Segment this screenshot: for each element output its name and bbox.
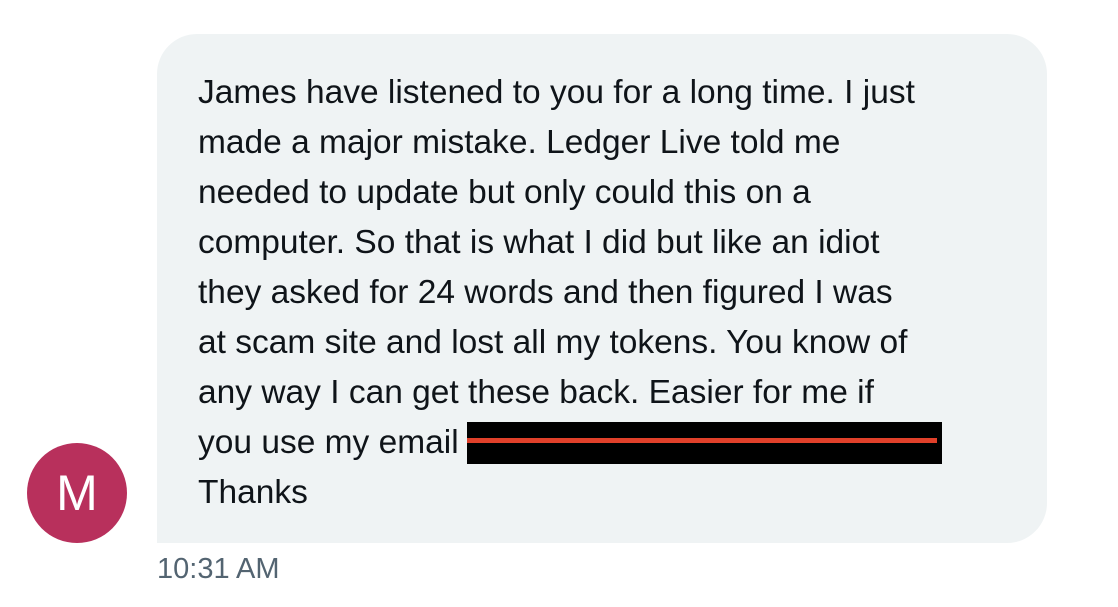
- message-line: needed to update but only could this on …: [198, 174, 811, 211]
- email-label: you use my email: [198, 424, 459, 461]
- message-line: made a major mistake. Ledger Live told m…: [198, 124, 841, 161]
- redacted-email: [466, 422, 942, 464]
- sender-avatar[interactable]: M: [27, 443, 127, 543]
- message-line: computer. So that is what I did but like…: [198, 224, 880, 261]
- avatar-initial: M: [56, 465, 98, 521]
- message-bubble: James have listened to you for a long ti…: [157, 34, 1047, 543]
- message-line: any way I can get these back. Easier for…: [198, 374, 874, 411]
- message-line-email: you use my email: [198, 418, 1028, 468]
- message-line: James have listened to you for a long ti…: [198, 74, 915, 111]
- message-line: at scam site and lost all my tokens. You…: [198, 324, 908, 361]
- message-line: Thanks: [198, 474, 308, 511]
- message-text: James have listened to you for a long ti…: [198, 68, 1028, 518]
- redaction-stripe: [466, 438, 937, 443]
- message-line: they asked for 24 words and then figured…: [198, 274, 893, 311]
- message-timestamp: 10:31 AM: [157, 553, 280, 585]
